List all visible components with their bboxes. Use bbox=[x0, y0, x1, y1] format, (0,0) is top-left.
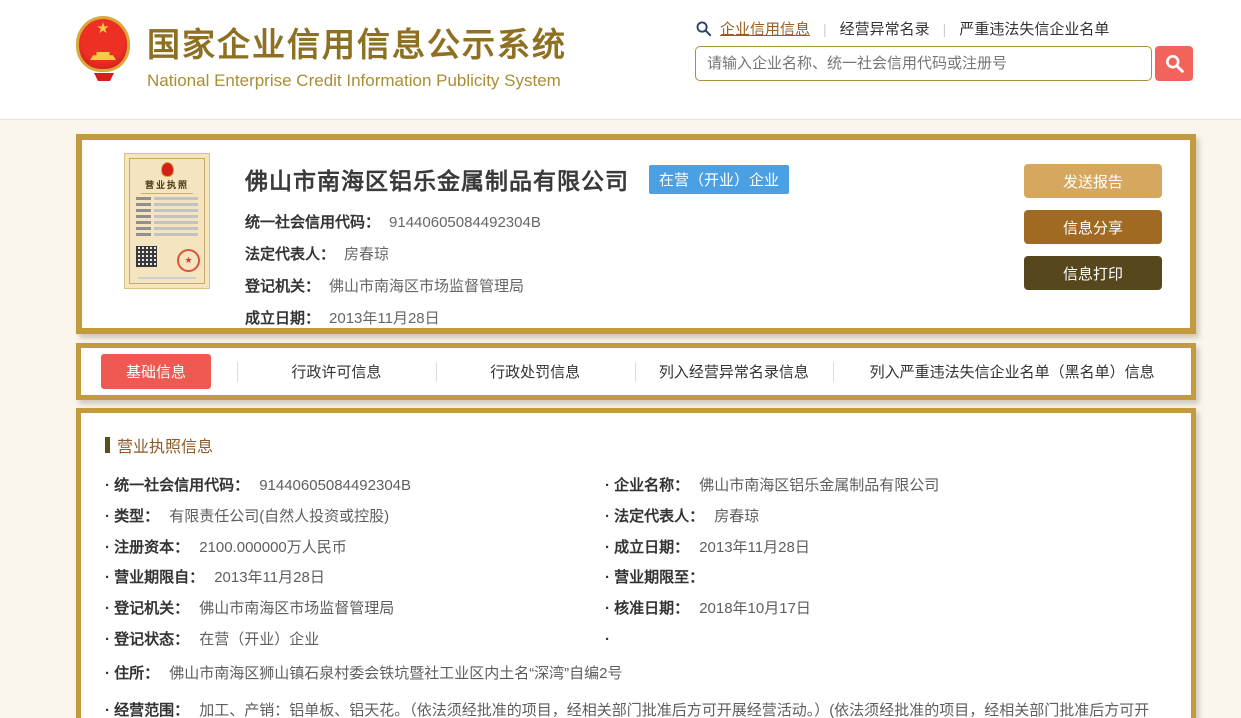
search-icon bbox=[695, 20, 712, 37]
field-establish-date: 成立日期： 2013年11月28日 bbox=[605, 537, 1167, 559]
field-label: 统一社会信用代码： bbox=[114, 477, 249, 494]
national-emblem-logo: ★ bbox=[76, 16, 132, 88]
field-value: 加工、产销：铝单板、铝天花。（依法须经批准的项目，经相关部门批准后方可开展经营活… bbox=[105, 702, 1149, 718]
tab-administrative-license[interactable]: 行政许可信息 bbox=[237, 361, 436, 382]
license-thumb-title: 营业执照 bbox=[130, 178, 204, 191]
field-label: 类型： bbox=[114, 508, 159, 525]
license-fields-grid: 统一社会信用代码： 91440605084492304B 企业名称： 佛山市南海区铝… bbox=[105, 475, 1167, 718]
field-value: 有限责任公司(自然人投资或控股) bbox=[169, 508, 389, 525]
section-title-license-info: 营业执照信息 bbox=[105, 433, 1167, 457]
license-paper: 营业执照 ★ bbox=[129, 158, 205, 284]
search-button[interactable] bbox=[1155, 46, 1193, 81]
send-report-button[interactable]: 发送报告 bbox=[1024, 164, 1162, 198]
license-footer-line bbox=[138, 277, 196, 279]
nav-separator: | bbox=[823, 21, 827, 37]
site-title-english: National Enterprise Credit Information P… bbox=[147, 71, 567, 91]
field-label: 法定代表人： bbox=[614, 508, 704, 525]
company-name: 佛山市南海区铝乐金属制品有限公司 bbox=[245, 162, 629, 196]
field-label: 核准日期： bbox=[614, 600, 689, 617]
field-label: 法定代表人： bbox=[245, 246, 335, 263]
field-value: 2013年11月28日 bbox=[214, 569, 325, 586]
license-divider bbox=[141, 193, 193, 194]
field-value: 房春琼 bbox=[714, 508, 759, 525]
field-value: 91440605084492304B bbox=[389, 214, 541, 231]
license-emblem-icon bbox=[161, 162, 174, 177]
nav-link-abnormal-operations[interactable]: 经营异常名录 bbox=[840, 18, 930, 39]
field-registered-capital: 注册资本： 2100.000000万人民币 bbox=[105, 537, 605, 559]
field-address: 住所： 佛山市南海区狮山镇石泉村委会铁坑暨社工业区内土名“深湾”自编2号 bbox=[105, 660, 1167, 689]
nav-link-enterprise-credit[interactable]: 企业信用信息 bbox=[720, 18, 810, 39]
field-label: 登记机关： bbox=[114, 600, 189, 617]
nav-separator: | bbox=[943, 21, 947, 37]
field-label: 住所： bbox=[114, 665, 159, 682]
summary-field-establish-date: 成立日期： 2013年11月28日 bbox=[245, 307, 789, 328]
share-info-button[interactable]: 信息分享 bbox=[1024, 210, 1162, 244]
field-value: 佛山市南海区市场监督管理局 bbox=[199, 600, 394, 617]
field-value: 佛山市南海区狮山镇石泉村委会铁坑暨社工业区内土名“深湾”自编2号 bbox=[169, 665, 622, 682]
search-button-icon bbox=[1164, 53, 1185, 74]
company-summary-card: 营业执照 ★ 佛山市南海区铝乐金属制品有限公司 在营（开业）企业 统一社会信用 bbox=[76, 134, 1196, 334]
business-license-thumbnail[interactable]: 营业执照 ★ bbox=[124, 153, 210, 289]
field-value: 房春琼 bbox=[344, 246, 389, 263]
field-empty-cell bbox=[605, 629, 1167, 651]
nav-link-serious-violations[interactable]: 严重违法失信企业名单 bbox=[959, 18, 1109, 39]
status-badge: 在营（开业）企业 bbox=[649, 165, 789, 194]
field-legal-rep: 法定代表人： 房春琼 bbox=[605, 506, 1167, 528]
emblem-shield: ★ bbox=[76, 16, 130, 72]
tab-administrative-penalty[interactable]: 行政处罚信息 bbox=[436, 361, 635, 382]
site-title-chinese: 国家企业信用信息公示系统 bbox=[147, 18, 567, 66]
field-value: 2018年10月17日 bbox=[699, 600, 811, 617]
license-info-panel: 营业执照信息 统一社会信用代码： 91440605084492304B 企业名称：… bbox=[76, 408, 1196, 718]
field-value: 2013年11月28日 bbox=[699, 539, 810, 556]
field-term-start: 营业期限自： 2013年11月28日 bbox=[105, 567, 605, 589]
license-qr-code bbox=[136, 246, 157, 267]
field-label: 统一社会信用代码： bbox=[245, 214, 380, 231]
field-registration-authority: 登记机关： 佛山市南海区市场监督管理局 bbox=[105, 598, 605, 620]
field-value: 2100.000000万人民币 bbox=[199, 539, 347, 556]
emblem-gate-icon bbox=[90, 52, 116, 60]
field-label: 登记状态： bbox=[114, 631, 189, 648]
emblem-star-icon: ★ bbox=[79, 21, 127, 36]
field-credit-code: 统一社会信用代码： 91440605084492304B bbox=[105, 475, 605, 497]
field-label: 经营范围： bbox=[114, 702, 189, 718]
search-input[interactable] bbox=[695, 46, 1152, 81]
field-label: 成立日期： bbox=[245, 310, 320, 327]
tab-basic-info[interactable]: 基础信息 bbox=[101, 354, 211, 389]
summary-field-registration-authority: 登记机关： 佛山市南海区市场监督管理局 bbox=[245, 275, 789, 296]
tab-abnormal-operations-list[interactable]: 列入经营异常名录信息 bbox=[635, 361, 834, 382]
field-value: 2013年11月28日 bbox=[329, 310, 440, 327]
field-label: 营业期限自： bbox=[114, 569, 204, 586]
field-registration-status: 登记状态： 在营（开业）企业 bbox=[105, 629, 605, 651]
field-value: 在营（开业）企业 bbox=[199, 631, 319, 648]
field-label: 登记机关： bbox=[245, 278, 320, 295]
field-label: 企业名称： bbox=[614, 477, 689, 494]
info-tab-bar: 基础信息 行政许可信息 行政处罚信息 列入经营异常名录信息 列入严重违法失信企业… bbox=[76, 343, 1196, 400]
field-label: 成立日期： bbox=[614, 539, 689, 556]
field-business-scope: 经营范围：加工、产销：铝单板、铝天花。（依法须经批准的项目，经相关部门批准后方可… bbox=[105, 697, 1167, 718]
license-red-seal: ★ bbox=[177, 249, 200, 272]
field-label: 营业期限至： bbox=[614, 569, 704, 586]
field-term-end: 营业期限至： bbox=[605, 567, 1167, 589]
summary-field-credit-code: 统一社会信用代码： 91440605084492304B bbox=[245, 211, 789, 232]
section-title-text: 营业执照信息 bbox=[117, 433, 213, 457]
emblem-ribbon bbox=[94, 73, 114, 81]
section-title-bar bbox=[105, 437, 110, 453]
field-value: 佛山市南海区铝乐金属制品有限公司 bbox=[699, 477, 939, 494]
tab-serious-violations-blacklist[interactable]: 列入严重违法失信企业名单（黑名单）信息 bbox=[833, 361, 1191, 382]
field-value: 佛山市南海区市场监督管理局 bbox=[329, 278, 524, 295]
field-company-name: 企业名称： 佛山市南海区铝乐金属制品有限公司 bbox=[605, 475, 1167, 497]
field-company-type: 类型： 有限责任公司(自然人投资或控股) bbox=[105, 506, 605, 528]
site-header: ★ 国家企业信用信息公示系统 National Enterprise Credi… bbox=[0, 0, 1241, 120]
print-info-button[interactable]: 信息打印 bbox=[1024, 256, 1162, 290]
field-value: 91440605084492304B bbox=[259, 477, 411, 494]
field-approval-date: 核准日期： 2018年10月17日 bbox=[605, 598, 1167, 620]
main-content: 营业执照 ★ 佛山市南海区铝乐金属制品有限公司 在营（开业）企业 统一社会信用 bbox=[0, 120, 1241, 718]
search-type-nav: 企业信用信息 | 经营异常名录 | 严重违法失信企业名单 bbox=[695, 18, 1193, 39]
field-label: 注册资本： bbox=[114, 539, 189, 556]
site-logo: ★ 国家企业信用信息公示系统 National Enterprise Credi… bbox=[76, 16, 567, 119]
summary-field-legal-rep: 法定代表人： 房春琼 bbox=[245, 243, 789, 264]
